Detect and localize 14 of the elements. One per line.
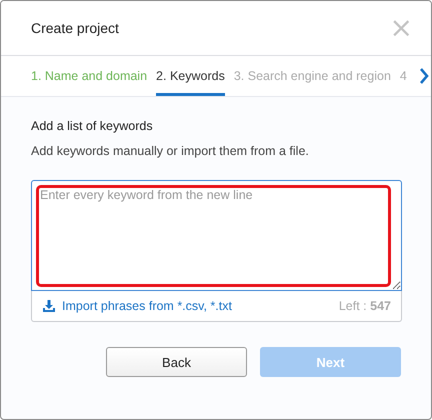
download-icon: [42, 299, 56, 313]
close-button[interactable]: ×: [390, 14, 413, 42]
step-tab[interactable]: 1. Name and domain: [31, 56, 148, 96]
step-tab[interactable]: 2. Keywords: [156, 56, 225, 96]
section-heading: Add a list of keywords: [31, 119, 154, 133]
step-tab[interactable]: 4: [400, 56, 407, 96]
back-button[interactable]: Back: [106, 347, 247, 377]
chevron-right-icon[interactable]: [418, 68, 429, 84]
section-description: Add keywords manually or import them from a file.: [31, 144, 310, 158]
step-tab[interactable]: 3. Search engine and region: [234, 56, 391, 96]
import-link[interactable]: Import phrases from *.csv, *.txt: [42, 299, 232, 313]
dialog-title: Create project: [31, 20, 119, 36]
keywords-field[interactable]: Enter every keyword from the new line: [31, 180, 402, 291]
keywords-left-count: Left : 547: [338, 299, 391, 313]
